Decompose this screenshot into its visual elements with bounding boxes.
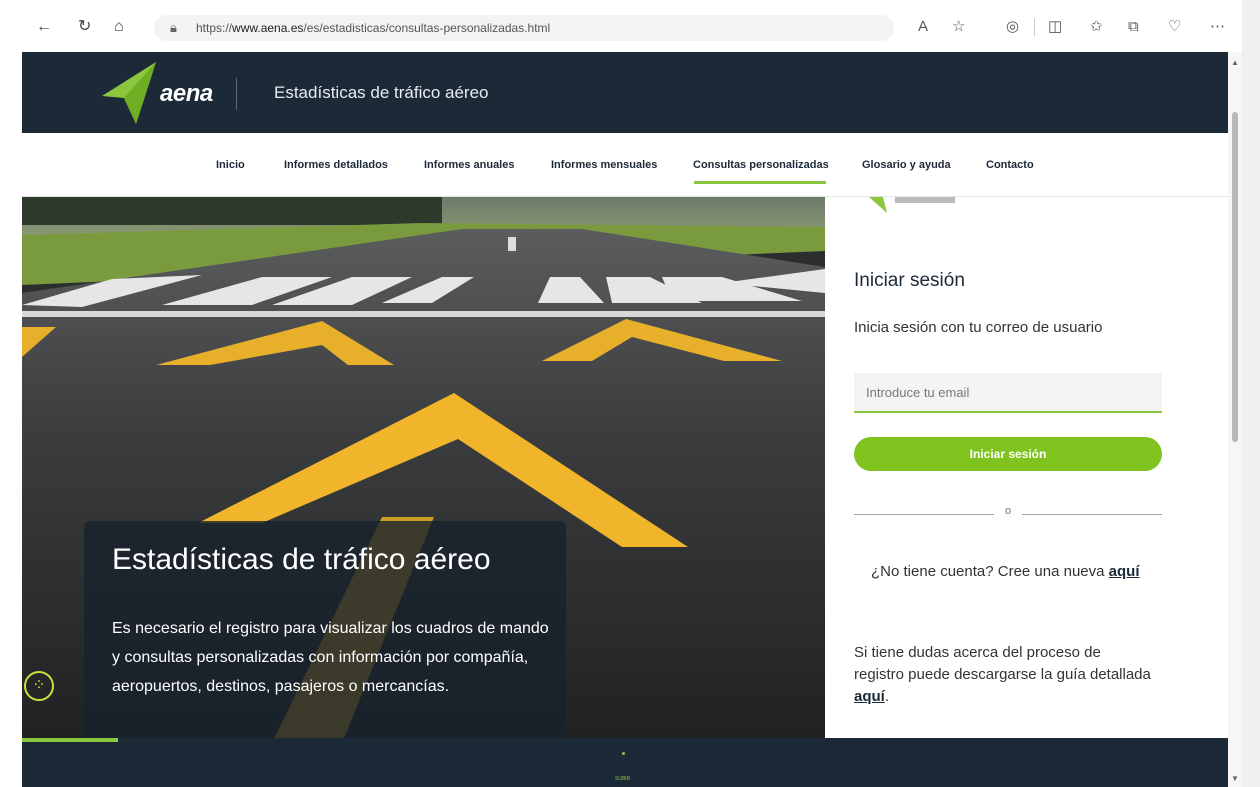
registration-help-text: Si tiene dudas acerca del proceso de reg… <box>854 644 1151 705</box>
nav-item-informes-anuales[interactable]: Informes anuales <box>424 159 514 171</box>
cookie-settings-icon[interactable]: ⁘ <box>24 671 54 701</box>
hero-title: Estadísticas de tráfico aéreo <box>112 543 491 576</box>
hero-info-box: Estadísticas de tráfico aéreo Es necesar… <box>84 521 566 743</box>
address-bar[interactable]: 🔒︎ https://www.aena.es/es/estadisticas/c… <box>154 15 894 41</box>
footer-dot <box>622 752 625 755</box>
main-nav: Inicio Informes detallados Informes anua… <box>22 133 1228 197</box>
split-screen-icon[interactable]: ◫ <box>1048 19 1062 34</box>
divider-left <box>854 514 994 515</box>
favorites-icon[interactable]: ✩ <box>1090 19 1103 34</box>
nav-item-glosario[interactable]: Glosario y ayuda <box>862 159 951 171</box>
favorite-star-icon[interactable]: ☆ <box>952 19 965 34</box>
active-nav-indicator <box>694 181 826 184</box>
read-aloud-icon[interactable]: A <box>918 19 928 34</box>
browser-toolbar: ← ↻ ⌂ 🔒︎ https://www.aena.es/es/estadist… <box>0 0 1260 52</box>
home-icon[interactable]: ⌂ <box>114 19 124 35</box>
no-account-text: ¿No tiene cuenta? Cree una nueva aquí <box>871 563 1140 580</box>
page-scrollbar[interactable]: ▲ ▼ <box>1228 52 1242 787</box>
web-page: aena Estadísticas de tráfico aéreo Inici… <box>22 52 1228 787</box>
refresh-icon[interactable]: ↻ <box>78 19 91 35</box>
nav-item-informes-mensuales[interactable]: Informes mensuales <box>551 159 657 171</box>
extension-icon[interactable]: ◎ <box>1006 19 1019 34</box>
nav-item-informes-detallados[interactable]: Informes detallados <box>284 159 388 171</box>
scroll-thumb[interactable] <box>1232 112 1238 442</box>
collections-icon[interactable]: ⧉ <box>1128 19 1139 34</box>
toolbar-separator <box>1034 18 1035 36</box>
email-input[interactable] <box>854 373 1162 413</box>
scroll-down-icon[interactable]: ▼ <box>1231 774 1239 783</box>
scroll-top-link[interactable]: SUBIR <box>615 776 630 782</box>
scroll-up-icon[interactable]: ▲ <box>1231 58 1239 67</box>
divider-text: o <box>1005 505 1012 517</box>
footer-band: SUBIR <box>22 738 1228 787</box>
nav-item-contacto[interactable]: Contacto <box>986 159 1034 171</box>
hero-banner: Estadísticas de tráfico aéreo Es necesar… <box>22 197 825 743</box>
browser-essentials-icon[interactable]: ♡ <box>1168 19 1181 34</box>
browser-sidebar <box>1242 0 1260 787</box>
header-title: Estadísticas de tráfico aéreo <box>274 83 489 102</box>
login-button[interactable]: Iniciar sesión <box>854 437 1162 471</box>
login-subtitle: Inicia sesión con tu correo de usuario <box>854 319 1103 336</box>
url-text: https://www.aena.es/es/estadisticas/cons… <box>196 21 551 35</box>
nav-item-inicio[interactable]: Inicio <box>216 159 245 171</box>
site-header: aena Estadísticas de tráfico aéreo <box>22 52 1228 133</box>
register-link[interactable]: aquí <box>1109 563 1140 580</box>
divider-right <box>1022 514 1162 515</box>
guide-download-link[interactable]: aquí <box>854 688 885 705</box>
lock-icon: 🔒︎ <box>170 20 177 35</box>
back-icon[interactable]: ← <box>36 19 52 35</box>
nav-item-consultas-personalizadas[interactable]: Consultas personalizadas <box>693 159 829 171</box>
more-options-icon[interactable]: ⋯ <box>1210 19 1225 34</box>
logo-separator <box>236 78 237 110</box>
login-panel: Iniciar sesión Inicia sesión con tu corr… <box>825 197 1228 743</box>
footer-progress-bar <box>22 738 118 742</box>
login-title: Iniciar sesión <box>854 270 965 291</box>
logo-text[interactable]: aena <box>160 80 213 108</box>
aena-logo-icon[interactable] <box>102 62 158 124</box>
partial-logo-icon <box>869 197 955 213</box>
hero-description: Es necesario el registro para visualizar… <box>112 620 549 695</box>
